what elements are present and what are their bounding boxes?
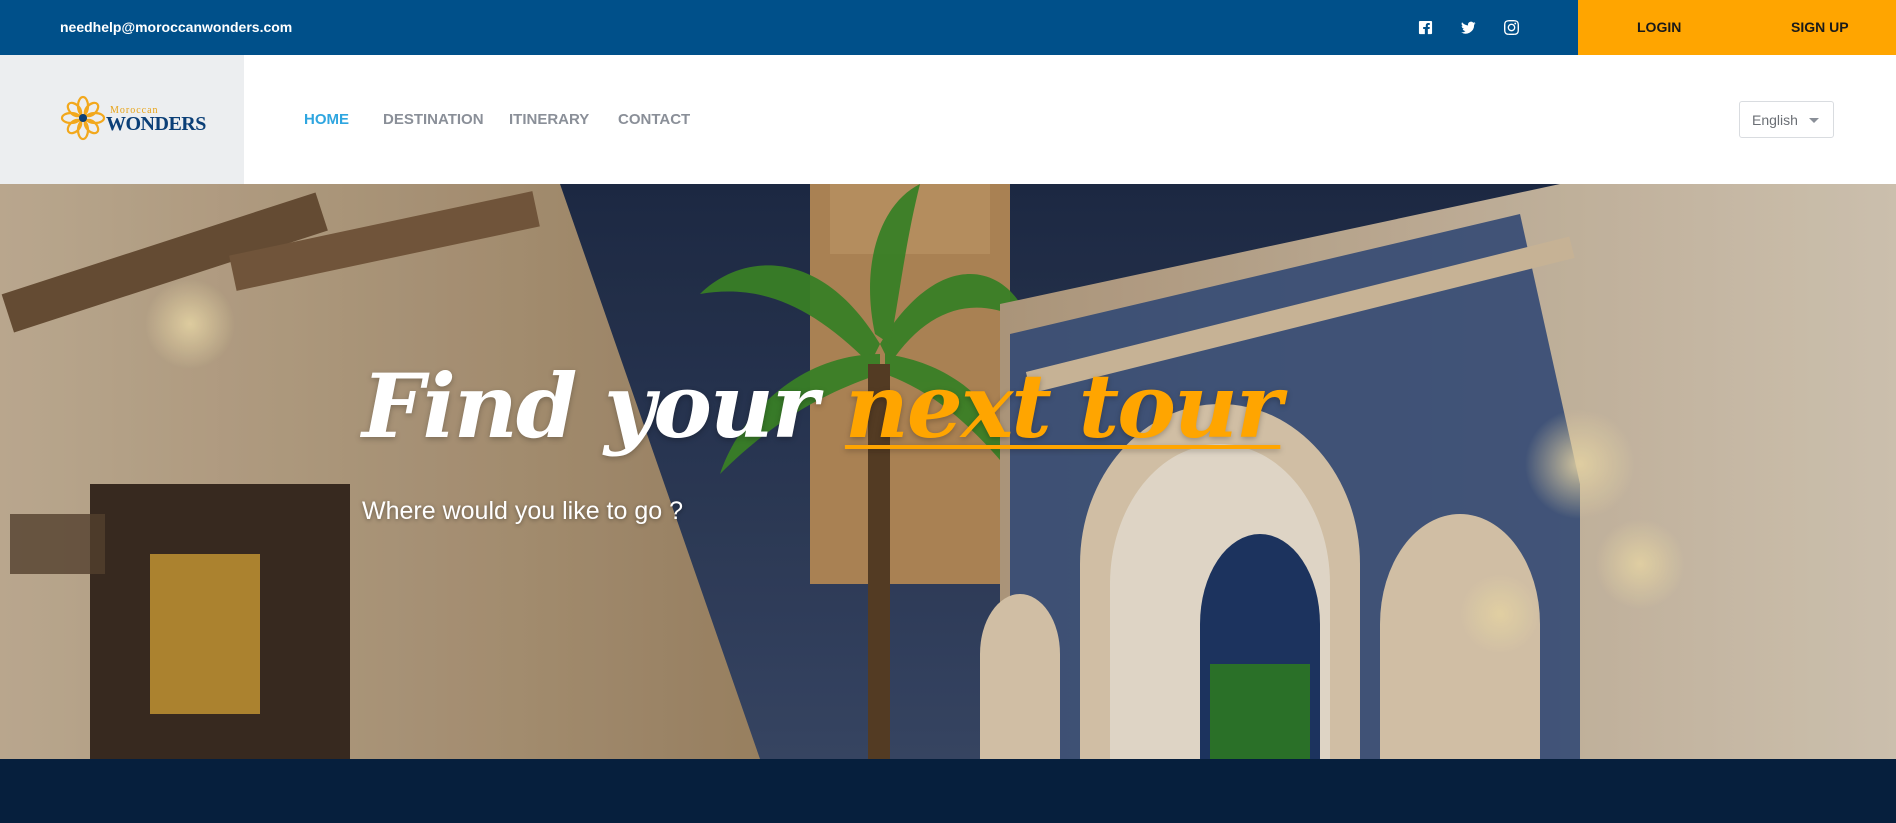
nav-itinerary[interactable]: ITINERARY (509, 111, 589, 128)
signup-button[interactable]: SIGN UP (1791, 19, 1849, 35)
search-section-band (0, 759, 1896, 823)
hero-banner: Find your next tour Where would you like… (0, 184, 1896, 759)
chevron-down-icon (1809, 118, 1819, 123)
nav-destination[interactable]: DESTINATION (383, 111, 484, 128)
nav-home[interactable]: HOME (304, 111, 349, 128)
hero-subtitle: Where would you like to go ? (362, 497, 684, 525)
twitter-icon[interactable] (1458, 17, 1478, 37)
hero-title-accent: next tour (844, 354, 1282, 458)
hero-background-image (0, 184, 1896, 759)
top-bar: needhelp@moroccanwonders.com LOGIN SIGN … (0, 0, 1896, 55)
hero-title: Find your next tour (362, 354, 1282, 458)
main-navbar: Moroccan WONDERS HOME DESTINATION ITINER… (0, 55, 1896, 184)
help-email-link[interactable]: needhelp@moroccanwonders.com (60, 19, 292, 35)
nav-contact[interactable]: CONTACT (618, 111, 690, 128)
logo[interactable]: Moroccan WONDERS (0, 55, 244, 184)
hero-title-main: Find your (362, 354, 845, 458)
language-select[interactable]: English (1739, 101, 1834, 138)
facebook-icon[interactable] (1415, 17, 1435, 37)
auth-panel: LOGIN SIGN UP (1578, 0, 1896, 55)
language-select-value: English (1752, 112, 1798, 128)
flower-logo-icon (60, 95, 106, 141)
logo-text-big: WONDERS (106, 113, 206, 135)
login-button[interactable]: LOGIN (1637, 19, 1681, 35)
instagram-icon[interactable] (1501, 17, 1521, 37)
